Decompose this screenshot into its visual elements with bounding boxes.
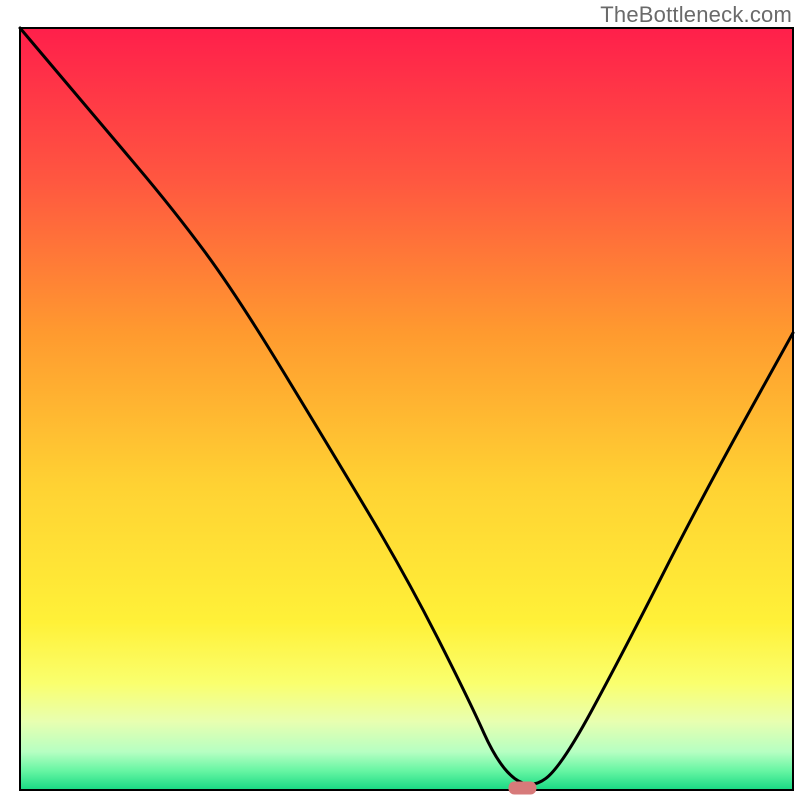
chart-container: { "watermark": "TheBottleneck.com", "cha… bbox=[0, 0, 800, 800]
min-marker bbox=[508, 782, 536, 795]
bottleneck-chart bbox=[0, 0, 800, 800]
watermark-text: TheBottleneck.com bbox=[600, 2, 792, 28]
gradient-background bbox=[20, 28, 793, 790]
